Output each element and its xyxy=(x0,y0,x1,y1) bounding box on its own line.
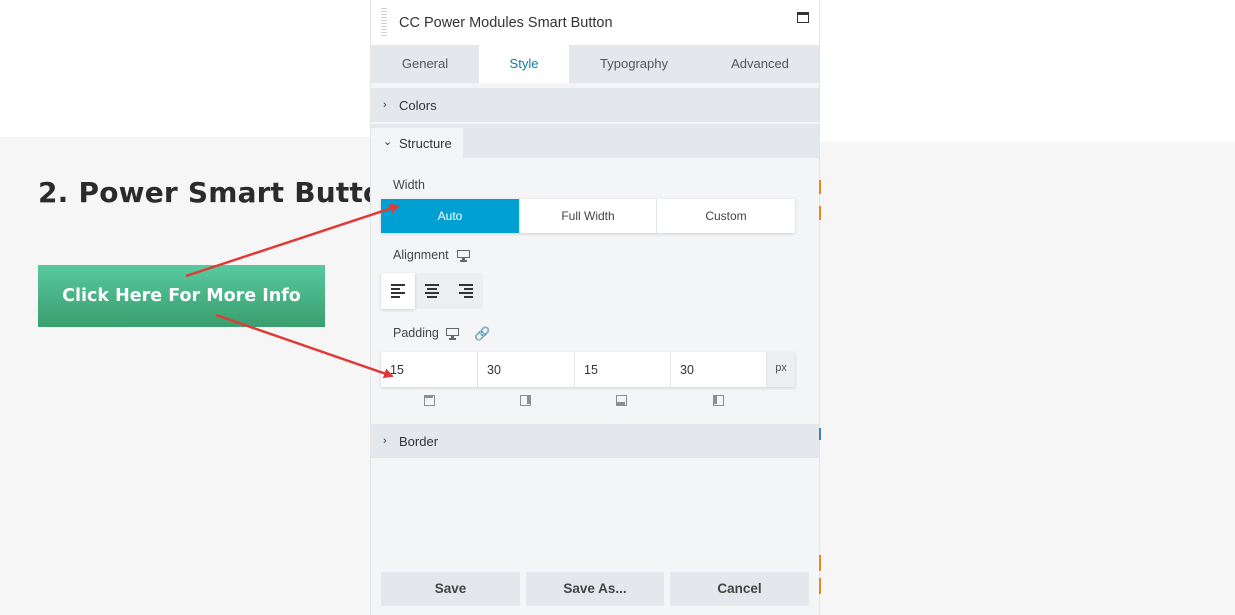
chevron-right-icon: › xyxy=(383,99,387,111)
edge-marker xyxy=(819,428,821,440)
padding-left-input[interactable] xyxy=(671,352,767,387)
edge-marker xyxy=(819,555,821,571)
padding-right-side-icon xyxy=(520,395,531,406)
padding-unit[interactable]: px xyxy=(767,352,795,387)
alignment-button-group xyxy=(381,273,483,309)
width-button-group: Auto Full Width Custom xyxy=(381,199,795,233)
section-border[interactable]: › Border xyxy=(371,424,819,458)
panel-tabs: General Style Typography Advanced xyxy=(371,45,819,83)
chevron-right-icon: › xyxy=(383,435,387,447)
align-right-button[interactable] xyxy=(449,273,483,309)
section-border-label: Border xyxy=(399,434,439,449)
save-button[interactable]: Save xyxy=(381,572,520,606)
cancel-button[interactable]: Cancel xyxy=(670,572,809,606)
tab-typography[interactable]: Typography xyxy=(569,45,699,83)
panel-header: CC Power Modules Smart Button xyxy=(371,0,819,45)
smart-button-preview[interactable]: Click Here For More Info xyxy=(38,265,325,327)
edge-marker xyxy=(819,180,821,194)
tab-style[interactable]: Style xyxy=(479,45,569,83)
align-center-button[interactable] xyxy=(415,273,449,309)
padding-top-input[interactable] xyxy=(381,352,478,387)
width-auto-button[interactable]: Auto xyxy=(381,199,519,233)
maximize-icon[interactable] xyxy=(797,12,809,23)
edge-marker xyxy=(819,578,821,594)
section-colors-label: Colors xyxy=(399,98,437,113)
tab-advanced[interactable]: Advanced xyxy=(699,45,819,83)
drag-handle-icon[interactable] xyxy=(381,8,387,38)
padding-bottom-input[interactable] xyxy=(575,352,671,387)
width-label: Width xyxy=(393,178,425,192)
link-values-icon[interactable]: 🔗 xyxy=(474,326,490,342)
section-heading: 2. Power Smart Butto xyxy=(38,176,383,209)
padding-top-side-icon xyxy=(424,395,435,406)
padding-right-input[interactable] xyxy=(478,352,575,387)
panel-title: CC Power Modules Smart Button xyxy=(399,15,613,31)
chevron-down-icon: ⌄ xyxy=(383,136,393,148)
width-full-width-button[interactable]: Full Width xyxy=(519,199,656,233)
responsive-monitor-icon[interactable] xyxy=(457,250,470,262)
settings-panel: CC Power Modules Smart Button General St… xyxy=(370,0,820,615)
section-structure-label: Structure xyxy=(399,136,452,151)
page-divider xyxy=(820,137,1235,142)
width-custom-button[interactable]: Custom xyxy=(656,199,795,233)
align-left-button[interactable] xyxy=(381,273,415,309)
padding-input-group: px xyxy=(381,352,795,387)
section-structure-row: ⌄ Structure xyxy=(371,124,819,158)
padding-responsive-monitor-icon[interactable] xyxy=(446,328,459,340)
padding-left-side-icon xyxy=(713,395,724,406)
save-as-button[interactable]: Save As... xyxy=(526,572,664,606)
tab-general[interactable]: General xyxy=(371,45,479,83)
section-structure[interactable]: ⌄ Structure xyxy=(371,128,463,158)
alignment-label: Alignment xyxy=(393,248,449,262)
padding-bottom-side-icon xyxy=(616,395,627,406)
edge-marker xyxy=(819,206,821,220)
section-colors[interactable]: › Colors xyxy=(371,88,819,122)
padding-label: Padding xyxy=(393,326,439,340)
